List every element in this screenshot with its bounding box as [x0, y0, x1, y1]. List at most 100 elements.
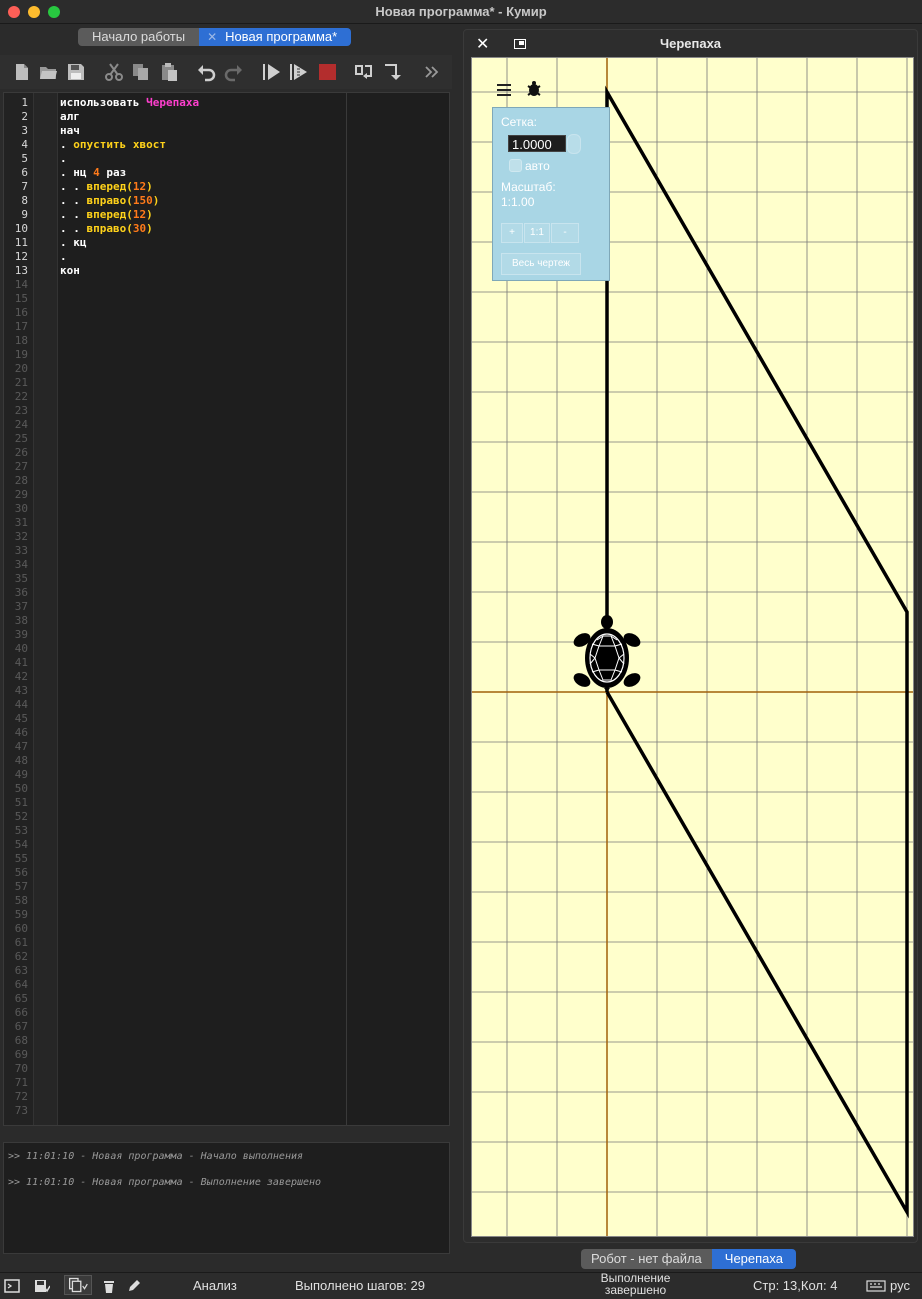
code-token: ( [126, 180, 133, 193]
line-number: 67 [14, 1020, 28, 1033]
grid-spinner[interactable] [567, 134, 581, 154]
menu-icon[interactable] [497, 84, 511, 96]
right-margin-line [346, 93, 347, 1125]
step-run-icon[interactable] [289, 62, 309, 82]
line-number: 24 [14, 418, 28, 431]
code-line[interactable]: . опустить хвост [60, 138, 166, 152]
code-line[interactable]: . [60, 250, 67, 264]
line-number: 57 [14, 880, 28, 893]
close-tab-icon[interactable]: ✕ [207, 28, 217, 46]
code-editor[interactable]: 1 2 3 4 5 6 7 8 9 10 11 12 13 14 15 16 17 18 19 20 21 22 23 24 2… [3, 92, 450, 1126]
code-line[interactable]: . кц [60, 236, 87, 250]
zoom-in-button[interactable]: + [501, 223, 523, 243]
title-bar: Новая программа* - Кумир [0, 0, 922, 24]
line-number: 25 [14, 432, 28, 445]
cursor-position: Стр: 13,Кол: 4 [753, 1278, 838, 1293]
trash-icon[interactable] [101, 1278, 117, 1294]
editor-console-splitter[interactable] [0, 1130, 452, 1138]
scale-label: Масштаб: [501, 180, 556, 194]
save-status-icon[interactable] [34, 1278, 51, 1294]
status-bar: Анализ Выполнено шагов: 29 Выполнение за… [0, 1272, 922, 1298]
line-number: 39 [14, 628, 28, 641]
code-line[interactable]: . . вправо(150) [60, 194, 159, 208]
step-into-icon[interactable] [383, 62, 403, 82]
copy-status-icon[interactable] [64, 1275, 92, 1295]
more-icon[interactable] [422, 62, 442, 82]
line-number: 15 [14, 292, 28, 305]
redo-icon[interactable] [224, 62, 244, 82]
line-number: 30 [14, 502, 28, 515]
terminal-icon[interactable] [4, 1278, 20, 1294]
turtle-panel-header: ✕ Черепаха [464, 30, 917, 58]
code-token: . . [60, 208, 87, 221]
line-number: 1 [21, 96, 28, 109]
line-number: 16 [14, 306, 28, 319]
tab-turtle[interactable]: Черепаха [711, 1249, 796, 1269]
line-number: 45 [14, 712, 28, 725]
code-line[interactable]: использовать Черепаха [60, 96, 199, 110]
fit-all-button[interactable]: Весь чертеж [501, 253, 581, 275]
window-title: Новая программа* - Кумир [375, 4, 547, 19]
code-line[interactable]: алг [60, 110, 80, 124]
line-number: 10 [14, 222, 28, 235]
tab-new-program[interactable]: ✕ Новая программа* [199, 28, 352, 46]
line-number: 7 [21, 180, 28, 193]
code-line[interactable]: . нц 4 раз [60, 166, 126, 180]
line-number: 6 [21, 166, 28, 179]
code-line[interactable]: нач [60, 124, 80, 138]
code-line[interactable]: . . вправо(30) [60, 222, 153, 236]
turtle-small-icon[interactable] [526, 80, 542, 98]
line-number: 51 [14, 796, 28, 809]
zoom-reset-button[interactable]: 1:1 [524, 223, 550, 243]
tab-robot[interactable]: Робот - нет файла [581, 1249, 712, 1269]
code-token: . нц [60, 166, 94, 179]
code-token: ( [126, 194, 133, 207]
code-token: ) [146, 180, 153, 193]
line-number: 49 [14, 768, 28, 781]
save-icon[interactable] [66, 62, 86, 82]
line-number: 26 [14, 446, 28, 459]
code-token: 150 [132, 194, 153, 207]
scale-value: 1:1.00 [501, 195, 535, 209]
tab-start[interactable]: Начало работы [78, 28, 200, 46]
code-token: вправо [86, 222, 127, 235]
pencil-icon[interactable] [126, 1278, 142, 1294]
code-line[interactable]: . . вперед(12) [60, 180, 153, 194]
toolbar [0, 55, 452, 89]
grid-input[interactable]: 1.0000 [508, 135, 566, 152]
auto-checkbox[interactable] [509, 159, 522, 172]
line-number: 40 [14, 642, 28, 655]
code-line[interactable]: . [60, 152, 67, 166]
code-token: . . [60, 194, 87, 207]
code-line[interactable]: кон [60, 264, 80, 278]
line-number: 31 [14, 516, 28, 529]
step-over-icon[interactable] [355, 62, 375, 82]
analysis-label[interactable]: Анализ [193, 1278, 237, 1293]
line-number: 20 [14, 362, 28, 375]
code-token: . [60, 138, 74, 151]
open-file-icon[interactable] [38, 62, 58, 82]
turtle-icon [573, 615, 641, 692]
grid-label: Сетка: [501, 115, 537, 129]
line-number: 23 [14, 404, 28, 417]
line-number: 19 [14, 348, 28, 361]
language-indicator[interactable]: рус [890, 1278, 910, 1293]
zoom-out-button[interactable]: - [551, 223, 579, 243]
cut-icon[interactable] [104, 62, 124, 82]
code-token: ) [152, 194, 160, 207]
line-number: 56 [14, 866, 28, 879]
undo-icon[interactable] [196, 62, 216, 82]
line-number: 28 [14, 474, 28, 487]
code-token: раз [99, 166, 127, 179]
run-icon[interactable] [262, 62, 282, 82]
code-line[interactable]: . . вперед(12) [60, 208, 153, 222]
line-number: 71 [14, 1076, 28, 1089]
line-number: 22 [14, 390, 28, 403]
copy-icon[interactable] [131, 62, 151, 82]
line-number: 60 [14, 922, 28, 935]
new-file-icon[interactable] [12, 62, 32, 82]
line-number: 5 [21, 152, 28, 165]
paste-icon[interactable] [159, 62, 179, 82]
stop-icon[interactable] [318, 62, 338, 82]
code-token: алг [60, 110, 80, 123]
